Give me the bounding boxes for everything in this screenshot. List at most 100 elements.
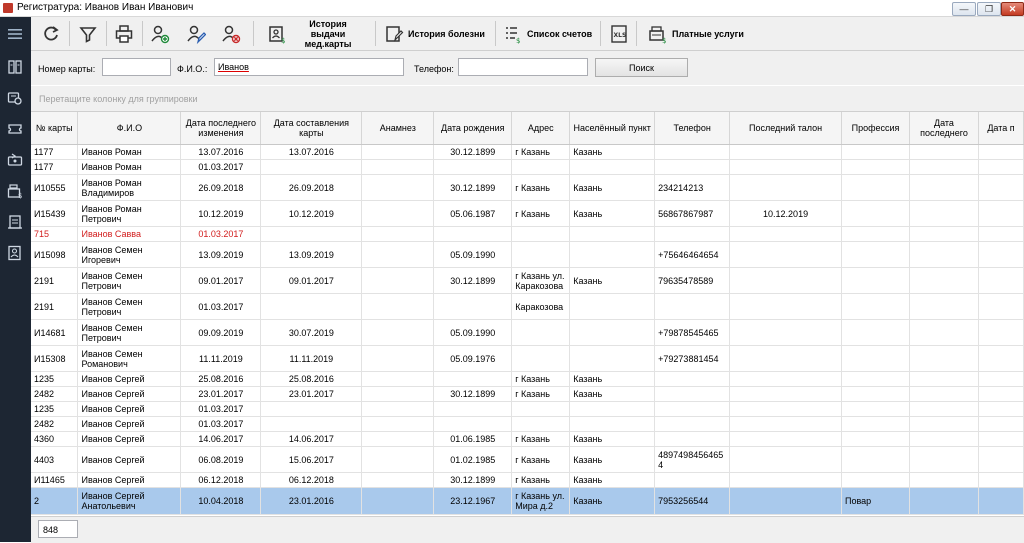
- table-row[interactable]: 2482 Иванов Сергей 01.03.2017: [31, 416, 1024, 432]
- close-icon: ✕: [1008, 4, 1017, 14]
- table-cell: 26.09.2018: [260, 174, 363, 201]
- column-header[interactable]: Ф.И.О: [77, 112, 182, 145]
- card-issue-history-button[interactable]: $ История выдачи мед.карты: [267, 19, 365, 49]
- table-row[interactable]: 4360 Иванов Сергей 14.06.2017 14.06.2017 01.…: [31, 431, 1024, 447]
- refresh-button[interactable]: [41, 20, 61, 47]
- table-cell: [978, 200, 1024, 227]
- table-cell: 30.12.1899: [433, 386, 513, 402]
- grouping-hint: Перетащите колонку для группировки: [39, 94, 198, 104]
- grouping-panel[interactable]: Перетащите колонку для группировки: [31, 86, 1024, 112]
- restore-button[interactable]: ❐: [977, 2, 1001, 16]
- table-row[interactable]: 715 Иванов Савва 01.03.2017: [31, 226, 1024, 242]
- close-button[interactable]: ✕: [1001, 2, 1024, 16]
- table-row[interactable]: 2191 Иванов Семен Петрович 09.01.2017 09.01…: [31, 267, 1024, 294]
- table-row[interactable]: 4403 Иванов Сергей 06.08.2019 15.06.2017 01.…: [31, 446, 1024, 473]
- paid-services-button[interactable]: $ Платные услуги: [648, 20, 744, 47]
- table-row[interactable]: 1177 Иванов Роман 13.07.2016 13.07.2016 30.1…: [31, 144, 1024, 160]
- table-cell: [361, 200, 435, 227]
- sidebar-item-cashier[interactable]: $: [4, 180, 26, 202]
- table-row[interactable]: И11465 Иванов Сергей 06.12.2018 06.12.2018 3…: [31, 472, 1024, 488]
- table-cell: [909, 319, 979, 346]
- table-cell: 7953256544: [654, 487, 731, 515]
- table-cell: Иванов Роман: [77, 159, 182, 175]
- table-cell: [511, 345, 571, 372]
- column-header[interactable]: Населённый пункт: [569, 112, 656, 145]
- table-cell: Казань: [569, 386, 656, 402]
- export-xls-button[interactable]: XLS: [609, 20, 629, 47]
- card-number-input[interactable]: [102, 58, 171, 76]
- table-cell: Казань: [569, 431, 656, 447]
- sidebar-item-schedule[interactable]: [4, 211, 26, 233]
- column-header[interactable]: Адрес: [511, 112, 571, 145]
- column-header[interactable]: Профессия: [841, 112, 910, 145]
- column-header[interactable]: Дата последнего: [909, 112, 979, 145]
- table-cell: г Казань: [511, 472, 571, 488]
- table-cell: [729, 472, 843, 488]
- table-cell: [978, 159, 1024, 175]
- sidebar-item-patients[interactable]: [4, 242, 26, 264]
- table-row[interactable]: 1235 Иванов Сергей 25.08.2016 25.08.2016 г К…: [31, 371, 1024, 387]
- phone-input[interactable]: [458, 58, 588, 76]
- sidebar-item-registry[interactable]: [4, 56, 26, 78]
- svg-text:$: $: [18, 192, 22, 199]
- table-cell: [909, 144, 979, 160]
- table-row[interactable]: И10555 Иванов Роман Владимиров 26.09.2018 2…: [31, 174, 1024, 201]
- table-cell: [654, 371, 731, 387]
- table-cell: [260, 159, 363, 175]
- table-cell: И11465: [31, 472, 79, 488]
- table-cell: 10.12.2019: [180, 200, 262, 227]
- table-row[interactable]: И15439 Иванов Роман Петрович 10.12.2019 10.…: [31, 200, 1024, 227]
- main-toolbar: $ История выдачи мед.карты История болез…: [31, 17, 1024, 51]
- table-cell: Иванов Роман Владимиров: [77, 174, 182, 201]
- minimize-button[interactable]: —: [952, 2, 976, 16]
- table-cell: [361, 472, 435, 488]
- table-cell: Казань: [569, 200, 656, 227]
- table-cell: Иванов Сергей: [77, 416, 182, 432]
- print-button[interactable]: [114, 20, 134, 47]
- table-row[interactable]: 2191 Иванов Семен Петрович 01.03.2017 Карак…: [31, 293, 1024, 320]
- table-cell: [841, 345, 910, 372]
- toolbar-separator: [495, 21, 496, 46]
- sidebar-item-transfers[interactable]: [4, 149, 26, 171]
- filter-icon: [79, 26, 97, 43]
- sidebar-item-tickets[interactable]: [4, 118, 26, 140]
- table-cell: [361, 386, 435, 402]
- search-button[interactable]: Поиск: [595, 58, 688, 77]
- table-cell: [361, 345, 435, 372]
- table-row[interactable]: 1177 Иванов Роман 01.03.2017: [31, 159, 1024, 175]
- column-header[interactable]: Дата последнего изменения: [180, 112, 262, 145]
- table-row[interactable]: 2 Иванов Сергей Анатольевич 10.04.2018 23.0…: [31, 487, 1024, 515]
- filter-button[interactable]: [78, 20, 98, 47]
- column-header[interactable]: Дата составления карты: [260, 112, 363, 145]
- table-row[interactable]: И15308 Иванов Семен Романович 11.11.2019 11…: [31, 345, 1024, 372]
- add-patient-button[interactable]: [150, 20, 170, 47]
- sidebar-item-doctors[interactable]: [4, 87, 26, 109]
- delete-patient-button[interactable]: [221, 20, 241, 47]
- hamburger-menu-button[interactable]: [4, 23, 26, 45]
- table-cell: Каракозова: [511, 293, 571, 320]
- table-cell: И10555: [31, 174, 79, 201]
- edit-patient-button[interactable]: [186, 20, 206, 47]
- column-header[interactable]: Дата рождения: [433, 112, 513, 145]
- table-row[interactable]: И15098 Иванов Семен Игоревич 13.09.2019 13.…: [31, 241, 1024, 268]
- column-header[interactable]: Последний талон: [729, 112, 843, 145]
- disease-history-button[interactable]: История болезни: [384, 20, 485, 47]
- paid-services-label: Платные услуги: [672, 28, 744, 39]
- table-cell: [978, 371, 1024, 387]
- table-cell: [909, 371, 979, 387]
- table-cell: И15308: [31, 345, 79, 372]
- table-row[interactable]: И14681 Иванов Семен Петрович 09.09.2019 30.…: [31, 319, 1024, 346]
- column-header[interactable]: Анамнез: [361, 112, 435, 145]
- column-header[interactable]: № карты: [31, 112, 79, 145]
- table-row[interactable]: 1235 Иванов Сергей 01.03.2017: [31, 401, 1024, 417]
- table-row[interactable]: 2482 Иванов Сергей 23.01.2017 23.01.2017 30.…: [31, 386, 1024, 402]
- column-header[interactable]: Телефон: [654, 112, 731, 145]
- edit-user-icon: [187, 25, 206, 44]
- column-header[interactable]: Дата п: [978, 112, 1024, 145]
- table-cell: [978, 345, 1024, 372]
- table-cell: Иванов Сергей: [77, 371, 182, 387]
- table-cell: [978, 446, 1024, 473]
- table-cell: [841, 144, 910, 160]
- invoice-list-button[interactable]: $ Список счетов: [503, 20, 592, 47]
- full-name-input[interactable]: Иванов: [214, 58, 404, 76]
